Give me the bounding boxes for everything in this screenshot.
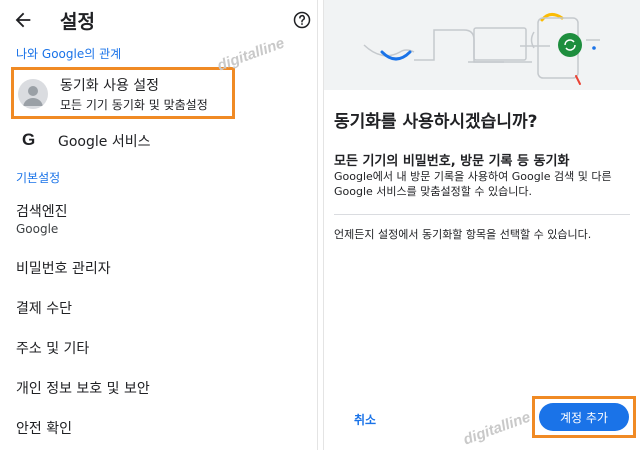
divider: [334, 214, 630, 215]
sync-dialog-panel: 동기화를 사용하시겠습니까? 모든 기기의 비밀번호, 방문 기록 등 동기화 …: [323, 0, 640, 450]
hero-illustration: [324, 0, 640, 90]
settings-item-safety-check[interactable]: 안전 확인: [0, 410, 318, 444]
avatar: [18, 79, 48, 109]
search-engine-value: Google: [16, 222, 59, 236]
section-label-basic: 기본설정: [16, 171, 61, 185]
google-services-label: Google 서비스: [58, 134, 151, 150]
back-arrow-icon[interactable]: [12, 9, 34, 31]
settings-item-privacy-security[interactable]: 개인 정보 보호 및 보안: [0, 370, 318, 404]
help-icon[interactable]: [293, 11, 311, 29]
settings-item-label: 안전 확인: [16, 421, 72, 437]
settings-topbar: 설정: [0, 0, 318, 42]
sync-row[interactable]: 동기화 사용 설정 모든 기기 동기화 및 맞춤설정: [11, 67, 235, 119]
settings-panel: 설정 나와 Google의 관계 동기화 사용 설정 모든 기기 동기화 및 맞…: [0, 0, 318, 450]
page-title: 설정: [60, 11, 95, 33]
sync-illustration-icon: [363, 13, 600, 85]
google-g-icon: G: [22, 130, 36, 149]
dialog-title: 동기화를 사용하시겠습니까?: [334, 112, 538, 132]
settings-item-label: 결제 수단: [16, 301, 72, 317]
dialog-note: 언제든지 설정에서 동기화할 항목을 선택할 수 있습니다.: [334, 228, 592, 241]
google-services-row[interactable]: [0, 122, 318, 158]
search-engine-title: 검색엔진: [16, 204, 68, 220]
dialog-heading: 모든 기기의 비밀번호, 방문 기록 등 동기화: [334, 154, 570, 169]
settings-item-addresses[interactable]: 주소 및 기타: [0, 330, 318, 364]
search-engine-row[interactable]: 검색엔진 Google: [0, 195, 318, 239]
settings-item-label: 개인 정보 보호 및 보안: [16, 381, 150, 397]
settings-item-label: 비밀번호 관리자: [16, 261, 111, 277]
watermark: digitalline: [461, 408, 533, 449]
settings-item-label: 주소 및 기타: [16, 341, 90, 357]
sync-subtitle: 모든 기기 동기화 및 맞춤설정: [60, 98, 208, 112]
person-icon: [23, 86, 43, 106]
settings-item-password-manager[interactable]: 비밀번호 관리자: [0, 250, 318, 284]
section-label-me-google: 나와 Google의 관계: [16, 47, 122, 61]
add-account-highlight: 계정 추가: [532, 396, 636, 438]
cancel-button[interactable]: 취소: [354, 411, 376, 428]
settings-item-payment-methods[interactable]: 결제 수단: [0, 290, 318, 324]
add-account-button[interactable]: 계정 추가: [539, 403, 629, 431]
dialog-body: Google에서 내 방문 기록을 사용하여 Google 검색 및 다른 Go…: [334, 170, 612, 198]
sync-title: 동기화 사용 설정: [60, 78, 160, 94]
screenshot-stage: 설정 나와 Google의 관계 동기화 사용 설정 모든 기기 동기화 및 맞…: [0, 0, 640, 450]
